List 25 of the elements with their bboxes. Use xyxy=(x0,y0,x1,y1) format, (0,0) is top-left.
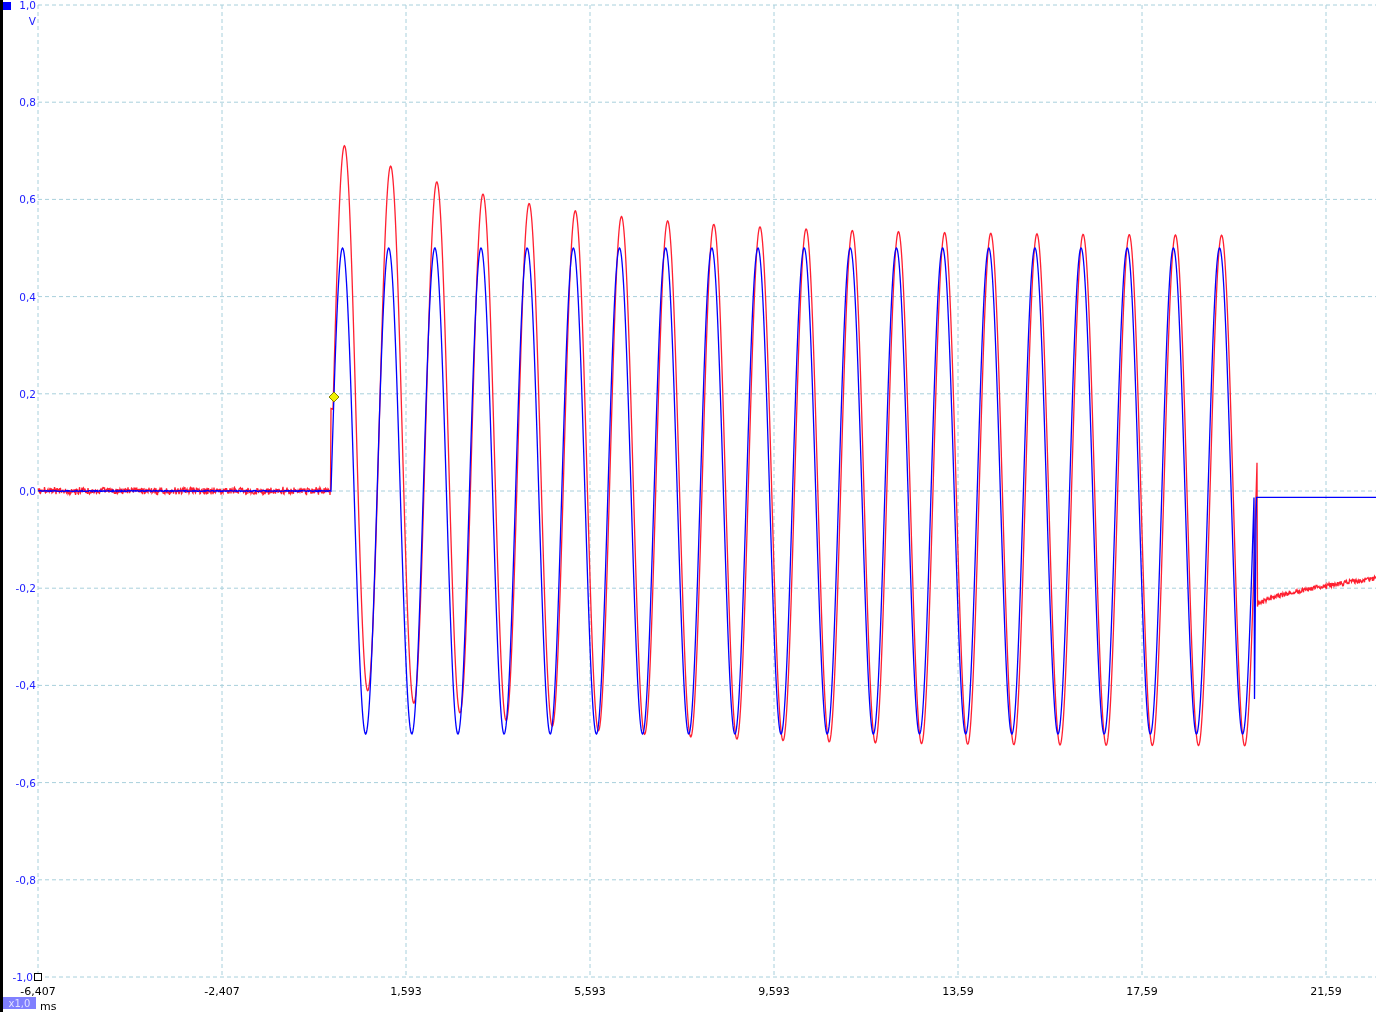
y-axis-unit: V xyxy=(28,15,36,27)
y-axis-label: -0,2 xyxy=(15,582,36,595)
x-axis-label: -6,407 xyxy=(20,985,56,998)
y-axis-label: -0,8 xyxy=(15,873,36,886)
x-axis-label: 1,593 xyxy=(390,985,422,998)
y-axis-label: 0,0 xyxy=(19,485,36,497)
x-axis-label: -2,407 xyxy=(204,985,240,998)
y-axis-label: 0,2 xyxy=(19,387,36,400)
x-axis-label: 5,593 xyxy=(574,985,606,998)
y-axis-label: 0,6 xyxy=(19,193,36,206)
x-axis-label: 21,59 xyxy=(1310,985,1342,998)
y-axis-label: -0,4 xyxy=(15,679,36,692)
y-axis-label: 1,0 xyxy=(19,0,36,11)
y-axis-label: -1,0 xyxy=(12,971,33,983)
y-axis-label: -0,6 xyxy=(15,776,36,789)
y-axis-label: 0,4 xyxy=(19,290,36,303)
scale-badge[interactable]: x1,0 xyxy=(3,997,36,1009)
origin-marker-icon[interactable] xyxy=(34,973,42,981)
channel-marker-icon[interactable] xyxy=(3,2,11,10)
x-axis-label: 13,59 xyxy=(942,985,974,998)
x-axis-label: 17,59 xyxy=(1126,985,1158,998)
trigger-marker-icon[interactable] xyxy=(328,391,340,403)
x-axis-label: 9,593 xyxy=(758,985,790,998)
x-axis-unit: ms xyxy=(40,1000,57,1012)
y-axis-label: 0,8 xyxy=(19,96,36,109)
